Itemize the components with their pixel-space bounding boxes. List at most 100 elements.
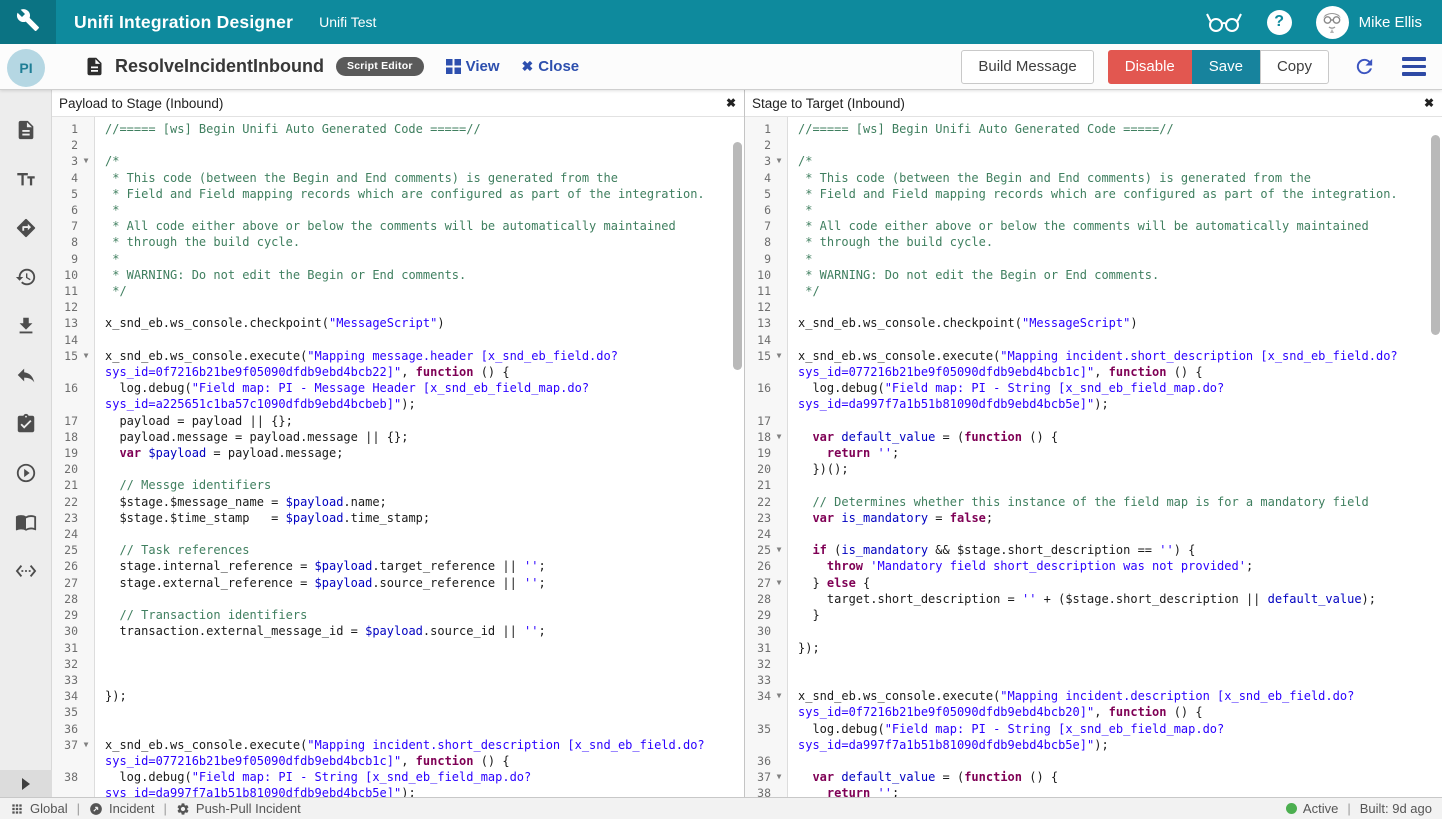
code-line[interactable]: 25 // Task references — [52, 542, 744, 558]
code-line[interactable]: 13 x_snd_eb.ws_console.checkpoint("Messag… — [745, 315, 1442, 331]
code-line[interactable]: 11 */ — [52, 283, 744, 299]
sidebar-book-icon[interactable] — [14, 510, 38, 534]
code-line[interactable]: 1 //===== [ws] Begin Unifi Auto Generated… — [745, 121, 1442, 137]
target-table-item[interactable]: Incident — [89, 801, 155, 816]
code-line[interactable]: 22 // Determines whether this instance o… — [745, 494, 1442, 510]
code-line[interactable]: 23 var is_mandatory = false; — [745, 510, 1442, 526]
code-line[interactable]: 2 — [745, 137, 1442, 153]
fold-arrow-icon[interactable]: ▼ — [78, 348, 94, 380]
spectate-glasses-icon[interactable] — [1205, 10, 1243, 34]
code-line[interactable]: 38 return ''; — [745, 785, 1442, 797]
code-line[interactable]: 17 payload = payload || {}; — [52, 413, 744, 429]
code-line[interactable]: 31 — [52, 640, 744, 656]
sidebar-expand-button[interactable] — [0, 770, 52, 797]
code-line[interactable]: 32 — [745, 656, 1442, 672]
sidebar-code-icon[interactable] — [14, 559, 38, 583]
fold-arrow-icon[interactable]: ▼ — [771, 542, 787, 558]
code-line[interactable]: 24 — [52, 526, 744, 542]
integration-item[interactable]: Push-Pull Incident — [176, 801, 301, 816]
code-line[interactable]: 20 })(); — [745, 461, 1442, 477]
fold-arrow-icon[interactable]: ▼ — [771, 153, 787, 169]
code-line[interactable]: 22 $stage.$message_name = $payload.name; — [52, 494, 744, 510]
code-line[interactable]: 16 log.debug("Field map: PI - Message He… — [52, 380, 744, 412]
code-line[interactable]: 34}); — [52, 688, 744, 704]
code-line[interactable]: 37 ▼ x_snd_eb.ws_console.execute("Mapping … — [52, 737, 744, 769]
code-line[interactable]: 29 } — [745, 607, 1442, 623]
code-line[interactable]: 21 // Messge identifiers — [52, 477, 744, 493]
code-line[interactable]: 15 ▼ x_snd_eb.ws_console.execute("Mapping … — [52, 348, 744, 380]
code-line[interactable]: 14 — [52, 332, 744, 348]
code-line[interactable]: 31}); — [745, 640, 1442, 656]
sidebar-document-icon[interactable] — [14, 118, 38, 142]
code-line[interactable]: 38 log.debug("Field map: PI - String [x_… — [52, 769, 744, 797]
app-logo[interactable] — [0, 0, 56, 44]
code-line[interactable]: 28 — [52, 591, 744, 607]
sidebar-reply-icon[interactable] — [14, 363, 38, 387]
code-line[interactable]: 10 * WARNING: Do not edit the Begin or E… — [745, 267, 1442, 283]
code-line[interactable]: 5 * Field and Field mapping records whic… — [52, 186, 744, 202]
code-editor[interactable]: 1 //===== [ws] Begin Unifi Auto Generated… — [52, 117, 744, 797]
code-line[interactable]: 37 ▼ var default_value = (function () { — [745, 769, 1442, 785]
code-line[interactable]: 13 x_snd_eb.ws_console.checkpoint("Messag… — [52, 315, 744, 331]
view-menu-button[interactable]: View — [445, 58, 500, 75]
code-line[interactable]: 8 * through the build cycle. — [745, 234, 1442, 250]
code-line[interactable]: 33 — [52, 672, 744, 688]
code-line[interactable]: 24 — [745, 526, 1442, 542]
fold-arrow-icon[interactable]: ▼ — [78, 153, 94, 169]
code-line[interactable]: 8 * through the build cycle. — [52, 234, 744, 250]
code-line[interactable]: 36 — [52, 721, 744, 737]
code-line[interactable]: 11 */ — [745, 283, 1442, 299]
code-line[interactable]: 19 var $payload = payload.message; — [52, 445, 744, 461]
code-line[interactable]: 4 * This code (between the Begin and End… — [52, 170, 744, 186]
fold-arrow-icon[interactable]: ▼ — [771, 429, 787, 445]
sidebar-directions-icon[interactable] — [14, 216, 38, 240]
code-line[interactable]: 27 stage.external_reference = $payload.s… — [52, 575, 744, 591]
code-line[interactable]: 12 — [52, 299, 744, 315]
code-line[interactable]: 1 //===== [ws] Begin Unifi Auto Generated… — [52, 121, 744, 137]
process-avatar[interactable]: PI — [7, 49, 45, 87]
code-line[interactable]: 35 log.debug("Field map: PI - String [x_… — [745, 721, 1442, 753]
code-line[interactable]: 30 — [745, 623, 1442, 639]
code-line[interactable]: 34 ▼ x_snd_eb.ws_console.execute("Mapping … — [745, 688, 1442, 720]
scrollbar-thumb[interactable] — [1431, 135, 1440, 335]
code-editor[interactable]: 1 //===== [ws] Begin Unifi Auto Generated… — [745, 117, 1442, 797]
code-line[interactable]: 7 * All code either above or below the c… — [52, 218, 744, 234]
code-line[interactable]: 12 — [745, 299, 1442, 315]
code-line[interactable]: 3 ▼ /* — [52, 153, 744, 169]
refresh-icon[interactable] — [1353, 55, 1376, 78]
code-line[interactable]: 9 * — [52, 251, 744, 267]
code-line[interactable]: 18 payload.message = payload.message || … — [52, 429, 744, 445]
code-line[interactable]: 23 $stage.$time_stamp = $payload.time_st… — [52, 510, 744, 526]
code-line[interactable]: 7 * All code either above or below the c… — [745, 218, 1442, 234]
sidebar-play-circle-icon[interactable] — [14, 461, 38, 485]
code-line[interactable]: 6 * — [52, 202, 744, 218]
code-line[interactable]: 20 — [52, 461, 744, 477]
code-line[interactable]: 27 ▼ } else { — [745, 575, 1442, 591]
sidebar-history-icon[interactable] — [14, 265, 38, 289]
code-line[interactable]: 6 * — [745, 202, 1442, 218]
disable-button[interactable]: Disable — [1107, 49, 1192, 84]
code-line[interactable]: 32 — [52, 656, 744, 672]
code-line[interactable]: 2 — [52, 137, 744, 153]
code-line[interactable]: 9 * — [745, 251, 1442, 267]
scrollbar-thumb[interactable] — [733, 142, 742, 370]
sidebar-download-icon[interactable] — [14, 314, 38, 338]
code-line[interactable]: 18 ▼ var default_value = (function () { — [745, 429, 1442, 445]
code-line[interactable]: 26 throw 'Mandatory field short_descript… — [745, 558, 1442, 574]
code-line[interactable]: 17 — [745, 413, 1442, 429]
code-line[interactable]: 14 — [745, 332, 1442, 348]
sidebar-task-check-icon[interactable] — [14, 412, 38, 436]
code-line[interactable]: 25 ▼ if (is_mandatory && $stage.short_des… — [745, 542, 1442, 558]
code-line[interactable]: 33 — [745, 672, 1442, 688]
fold-arrow-icon[interactable]: ▼ — [771, 688, 787, 720]
panel-close-icon[interactable]: ✖ — [726, 96, 736, 110]
code-line[interactable]: 10 * WARNING: Do not edit the Begin or E… — [52, 267, 744, 283]
code-line[interactable]: 29 // Transaction identifiers — [52, 607, 744, 623]
fold-arrow-icon[interactable]: ▼ — [771, 575, 787, 591]
save-button[interactable]: Save — [1191, 49, 1260, 84]
menu-hamburger-icon[interactable] — [1402, 57, 1426, 76]
scope-item[interactable]: Global — [10, 801, 68, 816]
code-line[interactable]: 30 transaction.external_message_id = $pa… — [52, 623, 744, 639]
fold-arrow-icon[interactable]: ▼ — [771, 769, 787, 785]
code-line[interactable]: 19 return ''; — [745, 445, 1442, 461]
